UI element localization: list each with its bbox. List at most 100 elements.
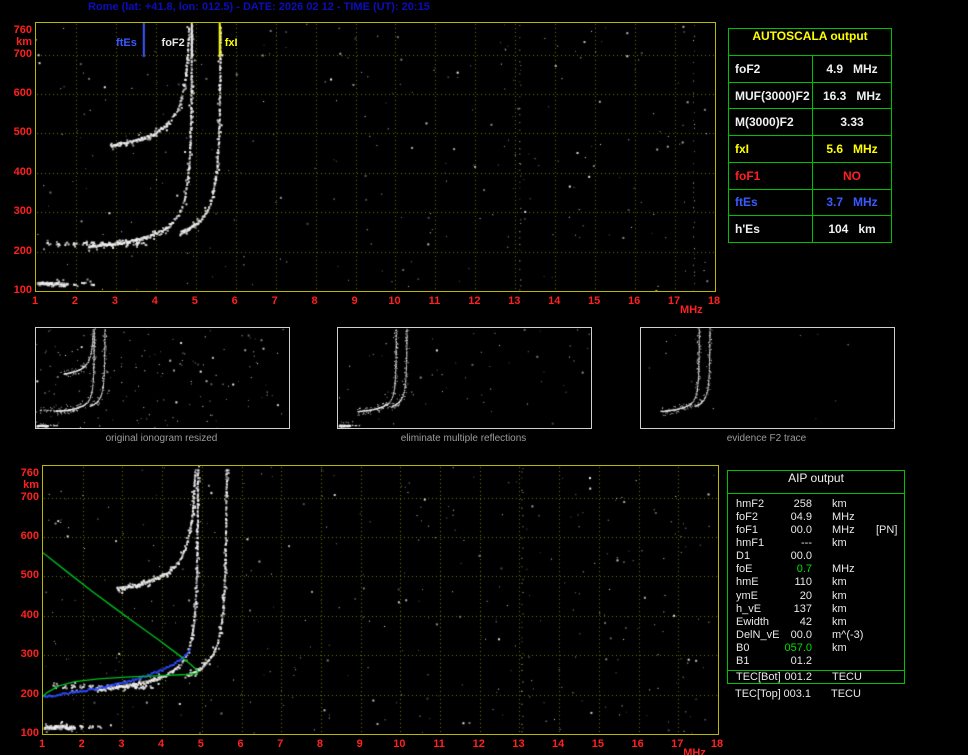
aip-output-table: AIP output hmF2 258 km foF2 04.9 MHz foF1 00.0 M… (727, 470, 905, 684)
marker-label-foF2: foF2 (161, 37, 185, 49)
autoscala-row-fxI: fxI 5.6 MHz (729, 136, 891, 163)
aip-row-Ewidth: Ewidth 42 km (728, 615, 904, 628)
x-axis-tick-7: 7 (277, 738, 284, 750)
autoscala-param-label: h'Es (729, 216, 813, 243)
aip-row-hmF2: hmF2 258 km (728, 497, 904, 510)
aip-param-value: 01.2 (790, 655, 812, 668)
aip-param-unit: TECU (832, 671, 862, 684)
value-text: 4.9 (826, 61, 843, 76)
x-axis-tick-13: 13 (512, 738, 525, 750)
autoscala-param-value: 3.7 MHz (813, 190, 891, 216)
autoscala-row-MUF(3000)F2: MUF(3000)F2 16.3 MHz (729, 82, 891, 110)
y-axis-tick-600: 600 (13, 86, 32, 99)
ionogram-plot-main (35, 22, 716, 292)
value-text: 3.33 (840, 115, 864, 130)
unit-text: MHz (856, 88, 882, 103)
y-axis-tick-200: 200 (13, 244, 32, 257)
autoscala-param-label: MUF(3000)F2 (729, 82, 813, 109)
aip-param-value: 0.7 (796, 563, 812, 576)
marker-label-fxI: fxI (224, 37, 238, 49)
aip-param-label: ymE (736, 589, 758, 602)
aip-row-foF1: foF1 00.0 MHz [PN] (728, 523, 904, 536)
y-axis-tick-500: 500 (13, 126, 32, 139)
aip-param-label: foE (736, 563, 753, 576)
aip-param-label: B1 (736, 655, 750, 668)
aip-param-label: D1 (736, 550, 751, 563)
aip-param-value: 04.9 (790, 510, 812, 523)
aip-param-label: DelN_vE (736, 628, 780, 641)
aip-param-unit: MHz (832, 510, 855, 523)
x-axis-tick-6: 6 (231, 295, 238, 307)
thumbnail-evidence-f2-trace (640, 327, 895, 429)
y-axis-unit-label: km (23, 479, 39, 491)
aip-param-label: foF1 (736, 523, 759, 536)
y-axis-tick-760: 760 (20, 466, 39, 479)
x-axis-tick-4: 4 (158, 738, 165, 750)
autoscala-param-label: foF2 (729, 56, 813, 82)
aip-param-value: 00.0 (790, 628, 812, 641)
x-axis-tick-9: 9 (356, 738, 363, 750)
value-text: 5.6 (826, 142, 843, 157)
x-axis-tick-9: 9 (351, 295, 358, 307)
aip-row-hmE: hmE 110 km (728, 576, 904, 589)
x-axis-tick-6: 6 (237, 738, 244, 750)
aip-row-foE: foE 0.7 MHz (728, 563, 904, 576)
aip-table-outside-rows: TEC[Top] 003.1 TECU (727, 687, 905, 700)
aip-param-unit: MHz (832, 563, 855, 576)
autoscala-param-label: M(3000)F2 (729, 109, 813, 136)
x-axis-tick-4: 4 (151, 295, 158, 307)
thumbnail-caption-3: evidence F2 trace (726, 433, 807, 444)
x-axis-tick-13: 13 (508, 295, 521, 307)
aip-param-value: 137 (793, 602, 812, 615)
autoscala-param-value: 5.6 MHz (813, 136, 891, 162)
autoscala-row-M(3000)F2: M(3000)F2 3.33 (729, 109, 891, 137)
aip-param-unit: km (832, 536, 847, 549)
aip-row-DelN_vE: DelN_vE 00.0 m^(-3) (728, 628, 904, 641)
thumb-1-canvas (36, 328, 289, 428)
x-axis-tick-1: 1 (31, 295, 39, 307)
y-axis-tick-700: 700 (13, 47, 32, 60)
aip-param-unit: TECU (831, 687, 861, 700)
x-axis-tick-11: 11 (433, 738, 445, 750)
y-axis-tick-500: 500 (20, 569, 39, 582)
autoscala-param-value: 104 km (813, 216, 891, 242)
x-axis-tick-8: 8 (316, 738, 323, 750)
aip-row-h_vE: h_vE 137 km (728, 602, 904, 615)
y-axis-tick-400: 400 (13, 165, 32, 178)
aip-row-foF2: foF2 04.9 MHz (728, 510, 904, 523)
x-axis-tick-2: 2 (78, 738, 85, 750)
value-text: 16.3 (822, 88, 847, 103)
unit-text: km (858, 222, 876, 237)
unit-text: MHz (853, 142, 878, 157)
x-axis-tick-12: 12 (468, 295, 481, 307)
thumb-2-canvas (338, 328, 591, 428)
y-axis-tick-600: 600 (20, 529, 39, 542)
autoscala-output-table: AUTOSCALA output foF2 4.9 MHz MUF(3000)F2 16… (728, 28, 892, 243)
aip-param-note: [PN] (876, 523, 898, 536)
autoscala-param-value: 3.33 (813, 109, 891, 135)
aip-param-unit: km (832, 642, 847, 655)
x-axis-tick-8: 8 (311, 295, 318, 307)
autoscala-param-value: 16.3 MHz (813, 83, 891, 109)
y-axis-tick-200: 200 (20, 687, 39, 700)
autoscala-param-value: NO (813, 163, 891, 189)
value-text: 104 (828, 222, 849, 237)
x-axis-tick-11: 11 (428, 295, 441, 307)
aip-row-TEC[Bot]: TEC[Bot] 001.2 TECU (728, 669, 904, 684)
autoscala-param-label: ftEs (729, 189, 813, 216)
autoscala-row-ftEs: ftEs 3.7 MHz (729, 189, 891, 217)
autoscala-table-rows: foF2 4.9 MHz MUF(3000)F2 16.3 MHz M(3000)F2 3.3… (729, 56, 891, 243)
thumbnail-caption-1: original ionogram resized (105, 433, 218, 444)
aip-param-value: 258 (793, 497, 812, 510)
x-axis-tick-15: 15 (588, 295, 601, 307)
aip-param-label: foF2 (736, 510, 759, 523)
autoscala-row-foF2: foF2 4.9 MHz (729, 56, 891, 83)
aip-param-label: TEC[Top] (735, 687, 781, 700)
aip-param-value: 003.1 (783, 687, 811, 700)
aip-param-value: --- (801, 536, 812, 549)
aip-param-unit: km (832, 602, 847, 615)
autoscala-param-label: fxI (729, 136, 813, 162)
aip-param-value: 00.0 (790, 550, 812, 563)
x-axis-tick-10: 10 (393, 738, 406, 750)
x-axis-tick-15: 15 (591, 738, 604, 750)
